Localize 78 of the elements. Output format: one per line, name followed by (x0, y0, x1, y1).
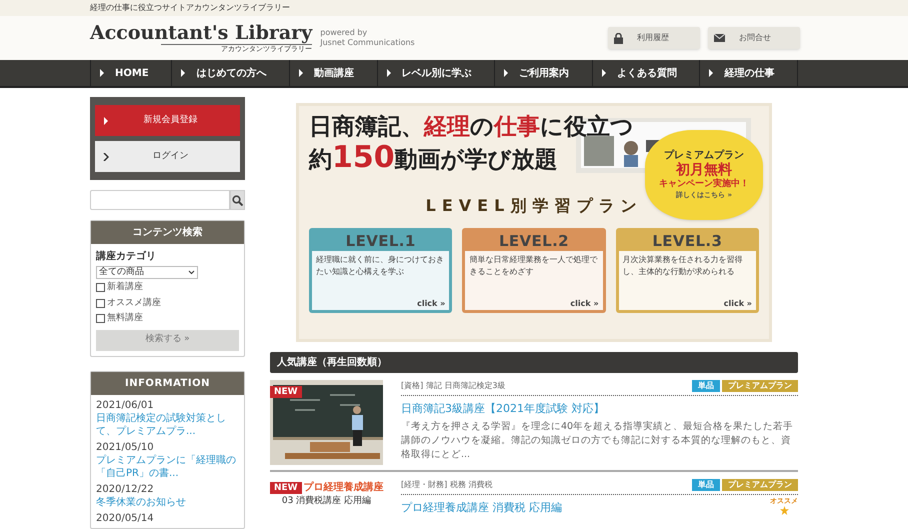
news-date: 2021/05/10 (96, 440, 155, 454)
lock-icon (614, 32, 623, 44)
level-description: 月次決算業務を任される力を習得し、主体的な行動が求められる (622, 254, 744, 278)
login-button[interactable]: ログイン (95, 141, 240, 172)
promo-text: プレミアムプラン (664, 150, 744, 162)
news-date: 2020/05/14 (96, 512, 155, 524)
nav-item[interactable]: HOME (90, 60, 172, 86)
chevron-icon (298, 69, 304, 77)
checkbox-label: オススメ講座 (107, 296, 161, 310)
level-title: LEVEL.3 (651, 231, 724, 251)
new-badge: NEW (270, 482, 302, 494)
nav-item[interactable]: レベル別に学ぶ (376, 60, 494, 86)
mail-icon (714, 34, 725, 42)
checkbox[interactable] (96, 298, 105, 308)
search-button[interactable] (230, 190, 245, 210)
news-date: 2020/12/22 (96, 482, 155, 496)
search-field[interactable] (90, 190, 230, 210)
click-link[interactable]: click » (724, 298, 752, 310)
news-date: 2021/06/01 (96, 398, 155, 412)
banner-subheadline: 約150動画が学び放題 (309, 142, 558, 176)
course-badge: プレミアムプラン (722, 479, 798, 491)
course-badge: 単品 (692, 380, 720, 392)
chevron-icon (180, 69, 186, 77)
chevron-icon (99, 69, 105, 77)
click-link[interactable]: click » (417, 298, 446, 310)
checkbox-label: 新着講座 (107, 281, 143, 294)
level-title: LEVEL.1 (344, 231, 417, 251)
category-select[interactable]: 全ての商品 (96, 266, 198, 279)
header-button[interactable]: お問合せ (708, 27, 800, 49)
nav-item[interactable]: よくある質問 (592, 60, 700, 86)
promo-text: 初月無料 (676, 162, 732, 178)
level-card[interactable]: LEVEL.1 経理職に就く前に、身につけておきたい知識と心構えを学ぶ click » (309, 228, 452, 313)
chevron-icon (600, 69, 607, 77)
thumbnail-subtitle: 03 消費税講座 応用編 (282, 496, 372, 507)
nav-item[interactable]: 動画講座 (288, 60, 377, 86)
chevron-icon (103, 152, 109, 160)
course-badge: 単品 (692, 479, 720, 491)
header-button[interactable]: 利用履歴 (608, 27, 700, 49)
course-tags: [経理・財務] 税務 消費税 (401, 479, 492, 491)
course-description: 『考え方を押さえる学習』を理念に40年を超える指導実績と、最短合格を果たした若手講師のノウハウを凝縮。簿記の知識ゼロの方でも簿記に対する本質的な理解のもと、資格取得にとど... (401, 420, 794, 462)
checkbox[interactable] (96, 314, 105, 324)
level-description: 簡単な日常経理業務を一人で処理できることをめざす (469, 254, 598, 278)
nav-item[interactable]: 経理の仕事 (699, 60, 798, 86)
star-icon (780, 506, 788, 515)
nav-item[interactable]: はじめての方へ (171, 60, 289, 86)
register-button[interactable]: 新規会員登録 (95, 105, 240, 136)
banner-headline: 日商簿記、経理の仕事に役立つ (309, 113, 635, 142)
plan-title: LEVEL別学習プラン (426, 195, 642, 217)
new-badge: NEW (270, 386, 302, 398)
checkbox-label: 無料講座 (107, 312, 143, 325)
promo-text: キャンペーン実施中！ (659, 179, 749, 190)
promo-banner[interactable] (296, 103, 772, 342)
nav-item[interactable]: ご利用案内 (494, 60, 592, 86)
powered-by-text: powered by (320, 28, 368, 38)
course-badge: プレミアムプラン (722, 380, 798, 392)
click-link[interactable]: click » (570, 298, 599, 310)
search-icon (232, 194, 243, 206)
news-link[interactable]: プレミアムプランに「経理職の「自己PR」の書... (96, 454, 239, 480)
panel-title: INFORMATION (91, 372, 244, 394)
chevron-icon (503, 69, 510, 77)
thumbnail-title: プロ経理養成講座 (304, 481, 384, 494)
chevron-icon (103, 116, 109, 124)
chevron-icon (708, 69, 714, 77)
panel-title: コンテンツ検索 (91, 221, 244, 244)
chevron-icon (386, 69, 392, 77)
tagline: 経理の仕事に役立つサイトアカウンタンツライブラリー (90, 2, 290, 14)
category-label: 講座カテゴリ (96, 249, 157, 264)
company-name: Jusnet Communications (320, 38, 415, 48)
logo[interactable]: Accountant's Library (90, 22, 312, 44)
course-tags: [資格] 簿記 日商簿記検定3級 (401, 380, 506, 392)
level-card[interactable]: LEVEL.2 簡単な日常経理業務を一人で処理できることをめざす click » (462, 228, 606, 313)
news-link[interactable]: 冬季休業のお知らせ (96, 496, 239, 508)
level-card[interactable]: LEVEL.3 月次決算業務を任される力を習得し、主体的な行動が求められる click » (616, 228, 759, 313)
checkbox[interactable] (96, 283, 105, 292)
level-title: LEVEL.2 (498, 231, 570, 251)
level-description: 経理職に就く前に、身につけておきたい知識と心構えを学ぶ (316, 254, 445, 278)
news-link[interactable]: 日商簿記検定の試験対策として、プレミアムプラ... (96, 412, 239, 438)
section-header: 人気講座（再生回数順） (270, 352, 798, 373)
